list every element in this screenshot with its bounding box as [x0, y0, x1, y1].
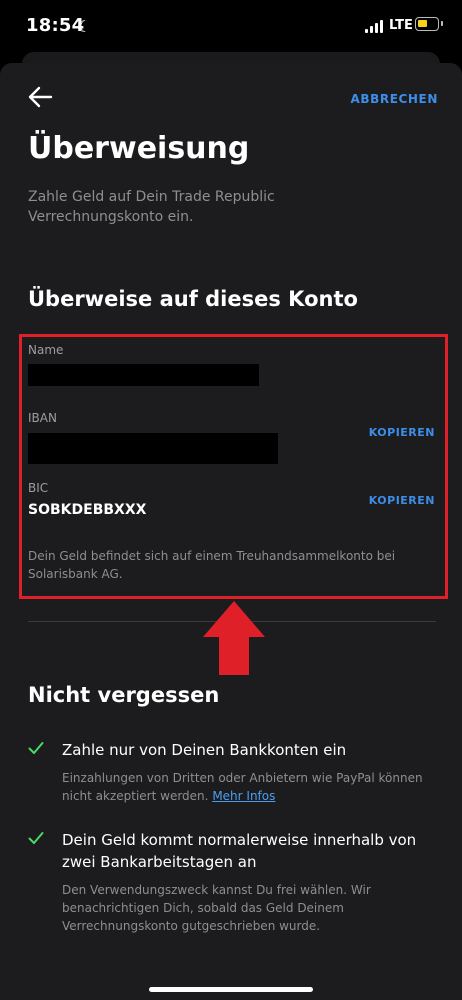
name-label: Name: [28, 343, 64, 357]
battery-icon: [415, 17, 443, 31]
status-time: 18:54: [26, 15, 85, 36]
signal-icon: [365, 20, 383, 33]
status-bar: 18:54 ☾ LTE: [0, 0, 462, 56]
cancel-button[interactable]: ABBRECHEN: [350, 92, 438, 106]
more-info-link[interactable]: Mehr Infos: [212, 789, 275, 803]
account-section-title: Überweise auf dieses Konto: [28, 287, 358, 311]
iban-label: IBAN: [28, 411, 57, 425]
bic-value: SOBKDEBBXXX: [28, 502, 147, 518]
name-redacted: [28, 364, 259, 386]
checkmark-icon: [28, 832, 44, 844]
account-note: Dein Geld befindet sich auf einem Treuha…: [28, 549, 396, 581]
reminder-heading: Dein Geld kommt normalerweise innerhalb …: [62, 831, 417, 871]
page-title: Überweisung: [28, 131, 250, 166]
checkmark-icon: [28, 742, 44, 754]
reminder-body: Den Verwendungszweck kannst Du frei wähl…: [62, 883, 371, 933]
page-subtitle: Zahle Geld auf Dein Trade Republic Verre…: [28, 189, 275, 225]
red-arrow-icon: [203, 601, 265, 675]
home-indicator[interactable]: [149, 987, 313, 992]
reminder-heading: Zahle nur von Deinen Bankkonten ein: [62, 741, 347, 759]
reminders-section-title: Nicht vergessen: [28, 683, 220, 707]
bic-label: BIC: [28, 481, 49, 495]
copy-iban-button[interactable]: KOPIEREN: [369, 426, 435, 439]
moon-icon: ☾: [77, 17, 92, 36]
network-type: LTE: [389, 18, 413, 33]
copy-bic-button[interactable]: KOPIEREN: [369, 494, 435, 507]
iban-redacted: [28, 433, 278, 464]
back-arrow-icon[interactable]: [27, 85, 55, 109]
transfer-sheet: ABBRECHEN Überweisung Zahle Geld auf Dei…: [0, 63, 462, 1000]
reminder-body: Einzahlungen von Dritten oder Anbietern …: [62, 769, 442, 805]
